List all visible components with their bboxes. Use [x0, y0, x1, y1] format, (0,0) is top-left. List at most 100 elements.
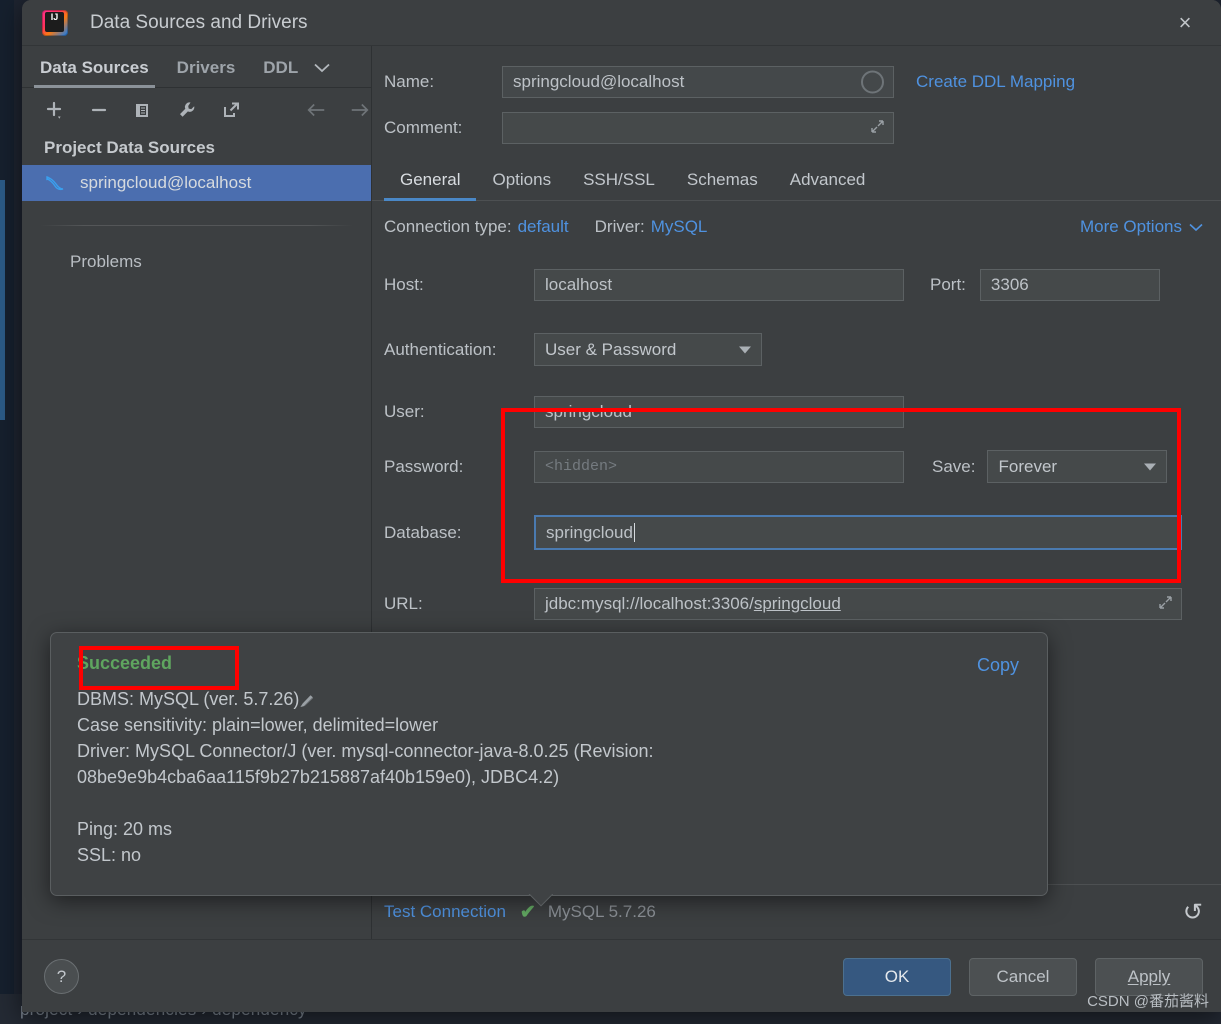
- arrow-right-icon[interactable]: [349, 99, 371, 121]
- problems-item[interactable]: Problems: [22, 226, 371, 272]
- test-connection-link[interactable]: Test Connection: [384, 902, 506, 922]
- driver-label: Driver:: [594, 217, 645, 236]
- ok-button[interactable]: OK: [843, 957, 951, 996]
- dialog-footer: ? OK Cancel Apply CSDN @番茄酱料: [22, 939, 1221, 1012]
- tab-ddl[interactable]: DDL: [249, 58, 312, 87]
- url-label: URL:: [384, 594, 423, 613]
- left-toolbar: [22, 88, 371, 131]
- mysql-dolphin-icon: [44, 173, 66, 193]
- connection-status-text: Succeeded: [77, 653, 173, 673]
- name-input[interactable]: springcloud@localhost: [502, 66, 894, 98]
- user-row: User: springcloud: [384, 396, 1203, 428]
- host-port-row: Host: localhost Port: 3306: [384, 269, 1203, 301]
- tab-general[interactable]: General: [384, 170, 477, 201]
- host-label: Host:: [384, 275, 424, 294]
- user-label: User:: [384, 402, 425, 421]
- data-source-item-springcloud[interactable]: springcloud@localhost: [22, 165, 371, 201]
- authentication-row: Authentication: User & Password: [384, 333, 1203, 366]
- chevron-down-icon[interactable]: [312, 60, 338, 87]
- ok-label: OK: [884, 966, 910, 986]
- more-options-button[interactable]: More Options: [1080, 217, 1203, 237]
- url-prefix: jdbc:mysql://localhost:3306/: [545, 594, 754, 613]
- comment-row: Comment:: [384, 112, 1203, 144]
- connection-result-popup: Succeeded Copy DBMS: MySQL (ver. 5.7.26)…: [50, 632, 1048, 896]
- revert-icon[interactable]: ↺: [1183, 898, 1203, 927]
- comment-label: Comment:: [384, 118, 463, 137]
- port-label: Port:: [930, 275, 966, 294]
- wrench-icon[interactable]: [176, 99, 198, 121]
- minus-icon[interactable]: [88, 99, 110, 121]
- password-input[interactable]: <hidden>: [534, 450, 904, 483]
- expand-icon[interactable]: [870, 119, 885, 137]
- name-input-value: springcloud@localhost: [513, 72, 685, 91]
- connection-type-row: Connection type: default Driver: MySQL M…: [372, 201, 1221, 237]
- help-button[interactable]: ?: [44, 959, 79, 994]
- popup-line-dbms-text: DBMS: MySQL (ver. 5.7.26): [77, 689, 300, 709]
- database-row: Database: springcloud: [384, 515, 1203, 550]
- password-label: Password:: [384, 456, 464, 476]
- save-value: Forever: [998, 456, 1058, 476]
- tab-drivers[interactable]: Drivers: [163, 58, 250, 87]
- copy-icon[interactable]: [132, 99, 154, 121]
- tab-ssh-ssl[interactable]: SSH/SSL: [567, 170, 671, 200]
- create-ddl-mapping-link[interactable]: Create DDL Mapping: [916, 72, 1075, 92]
- copy-link[interactable]: Copy: [977, 655, 1019, 676]
- popup-line-dbms: DBMS: MySQL (ver. 5.7.26): [77, 686, 1021, 712]
- dialog-titlebar: Data Sources and Drivers ×: [22, 0, 1221, 45]
- editor-rail-highlight: [0, 180, 5, 420]
- host-input-value: localhost: [545, 275, 613, 294]
- save-select[interactable]: Forever: [987, 450, 1168, 483]
- comment-input[interactable]: [502, 112, 894, 144]
- password-placeholder: <hidden>: [545, 458, 618, 475]
- host-input[interactable]: localhost: [534, 269, 904, 301]
- pencil-icon[interactable]: [300, 695, 314, 707]
- text-caret: [633, 523, 635, 542]
- close-icon[interactable]: ×: [1163, 7, 1207, 39]
- apply-label: Apply: [1127, 966, 1171, 986]
- screen-root: project › dependencies › dependency Data…: [0, 0, 1221, 1024]
- popup-line-blank: [77, 790, 1021, 816]
- save-label: Save:: [932, 456, 976, 476]
- driver-value[interactable]: MySQL: [651, 217, 708, 237]
- popup-line-ssl: SSL: no: [77, 845, 142, 865]
- popup-tail: [527, 894, 553, 908]
- user-input[interactable]: springcloud: [534, 396, 904, 428]
- password-row: Password: <hidden> Save: Forever: [384, 450, 1203, 483]
- popup-line-driver-1: Driver: MySQL Connector/J (ver. mysql-co…: [77, 741, 654, 761]
- tab-options[interactable]: Options: [476, 170, 567, 200]
- plus-icon[interactable]: [44, 99, 66, 121]
- connection-type-value[interactable]: default: [518, 217, 569, 237]
- external-link-icon[interactable]: [220, 99, 242, 121]
- loading-spinner-icon: [861, 70, 884, 94]
- dialog-title: Data Sources and Drivers: [90, 11, 308, 33]
- watermark: CSDN @番茄酱料: [1087, 993, 1209, 1010]
- authentication-select[interactable]: User & Password: [534, 333, 762, 366]
- tab-schemas[interactable]: Schemas: [671, 170, 774, 200]
- intellij-logo-icon: [42, 9, 68, 36]
- editor-left-rail: [0, 0, 14, 1024]
- database-label: Database:: [384, 522, 462, 542]
- expand-icon[interactable]: [1158, 595, 1173, 613]
- tab-advanced[interactable]: Advanced: [774, 170, 882, 200]
- cancel-button[interactable]: Cancel: [969, 957, 1077, 996]
- connection-fields: Host: localhost Port: 3306 Authenticatio…: [372, 237, 1221, 620]
- user-input-value: springcloud: [545, 402, 632, 421]
- url-input[interactable]: jdbc:mysql://localhost:3306/springcloud: [534, 588, 1182, 620]
- connection-type-label: Connection type:: [384, 217, 512, 236]
- url-suffix: springcloud: [753, 594, 841, 613]
- left-tab-bar: Data Sources Drivers DDL: [22, 46, 371, 88]
- settings-tab-bar: General Options SSH/SSL Schemas Advanced: [372, 158, 1221, 201]
- port-input-value: 3306: [990, 275, 1029, 294]
- chevron-down-icon: [1189, 223, 1203, 231]
- database-input-value: springcloud: [546, 522, 633, 542]
- database-input[interactable]: springcloud: [534, 515, 1182, 550]
- tab-data-sources[interactable]: Data Sources: [26, 58, 163, 88]
- arrow-left-icon[interactable]: [305, 99, 327, 121]
- authentication-label: Authentication:: [384, 339, 497, 359]
- port-input[interactable]: 3306: [979, 269, 1160, 301]
- popup-line-driver-2: 08be9e9b4cba6aa115f9b27b215887af40b159e0…: [77, 767, 560, 787]
- driver-version-text: MySQL 5.7.26: [547, 902, 656, 921]
- name-comment-form: Name: springcloud@localhost Create DDL M…: [372, 46, 1221, 144]
- url-row: URL: jdbc:mysql://localhost:3306/springc…: [384, 588, 1203, 620]
- cancel-label: Cancel: [996, 966, 1050, 986]
